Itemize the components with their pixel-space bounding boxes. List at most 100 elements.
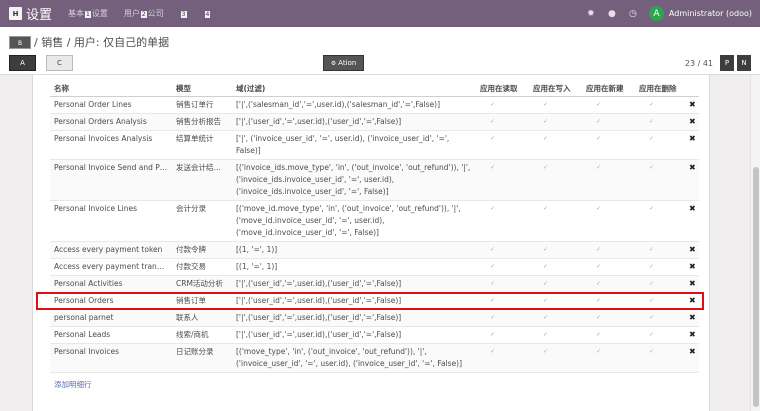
rule-name[interactable]: Personal Invoice Send and Print <box>50 158 172 200</box>
rule-name[interactable]: Personal Orders <box>50 291 172 309</box>
perm-read-checkbox[interactable]: ✓ <box>476 199 529 241</box>
perm-write-checkbox[interactable]: ✓ <box>529 240 582 258</box>
pager-value[interactable]: 23 / 41 <box>685 59 713 68</box>
rule-model[interactable]: 付款令牌 <box>172 240 232 258</box>
action-button[interactable]: ⚙ A tion <box>323 55 364 71</box>
rule-name[interactable]: personal parnet <box>50 308 172 326</box>
table-row[interactable]: personal parnet 联系人 ['|',('user_id','=',us… <box>50 308 699 326</box>
table-row[interactable]: Personal Orders 销售订单 ['|',('user_id','=',u… <box>50 291 699 309</box>
perm-read-checkbox[interactable]: ✓ <box>476 325 529 343</box>
perm-create-checkbox[interactable]: ✓ <box>582 240 635 258</box>
rule-domain[interactable]: ['|',('user_id','=',user.id),('user_id',… <box>232 274 476 292</box>
rule-domain[interactable]: ['|',('user_id','=',user.id),('user_id',… <box>232 291 476 309</box>
menu-item-3[interactable]: 3 <box>180 9 188 18</box>
delete-row-icon[interactable]: ✖ <box>685 291 699 309</box>
perm-read-checkbox[interactable]: ✓ <box>476 308 529 326</box>
perm-write-checkbox[interactable]: ✓ <box>529 257 582 275</box>
rule-name[interactable]: Personal Invoice Lines <box>50 199 172 241</box>
perm-unlink-checkbox[interactable]: ✓ <box>635 274 685 292</box>
delete-row-icon[interactable]: ✖ <box>685 342 699 372</box>
table-row[interactable]: Personal Activities CRM活动分析 ['|',('user_id… <box>50 274 699 292</box>
delete-row-icon[interactable]: ✖ <box>685 325 699 343</box>
rule-domain[interactable]: ['|', ('invoice_user_id', '=', user.id),… <box>232 129 476 159</box>
perm-read-checkbox[interactable]: ✓ <box>476 112 529 130</box>
perm-create-checkbox[interactable]: ✓ <box>582 112 635 130</box>
perm-read-checkbox[interactable]: ✓ <box>476 291 529 309</box>
rule-model[interactable]: 日记账分录 <box>172 342 232 372</box>
rule-model[interactable]: 结算单统计 <box>172 129 232 159</box>
save-button[interactable]: A <box>9 55 36 71</box>
rule-model[interactable]: 销售订单 <box>172 291 232 309</box>
perm-unlink-checkbox[interactable]: ✓ <box>635 199 685 241</box>
perm-create-checkbox[interactable]: ✓ <box>582 342 635 372</box>
delete-row-icon[interactable]: ✖ <box>685 95 699 113</box>
chat-icon[interactable]: ● <box>607 9 617 19</box>
avatar[interactable]: A <box>648 6 664 21</box>
rule-domain[interactable]: [('move_type', 'in', ('out_invoice', 'ou… <box>232 342 476 372</box>
table-row[interactable]: Personal Orders Analysis 销售分析报告 ['|',('use… <box>50 112 699 130</box>
perm-create-checkbox[interactable]: ✓ <box>582 199 635 241</box>
perm-create-checkbox[interactable]: ✓ <box>582 257 635 275</box>
column-header[interactable]: 模型 <box>172 81 232 97</box>
perm-write-checkbox[interactable]: ✓ <box>529 274 582 292</box>
pager-previous-button[interactable]: P <box>720 55 734 71</box>
apps-menu-icon[interactable]: H <box>9 7 22 20</box>
perm-write-checkbox[interactable]: ✓ <box>529 325 582 343</box>
rule-domain[interactable]: ['|',('user_id','=',user.id),('user_id',… <box>232 112 476 130</box>
perm-create-checkbox[interactable]: ✓ <box>582 129 635 159</box>
delete-row-icon[interactable]: ✖ <box>685 158 699 200</box>
table-row[interactable]: Personal Invoices Analysis 结算单统计 ['|', ('i… <box>50 129 699 159</box>
column-header[interactable]: 应用在写入 <box>529 81 582 97</box>
rule-name[interactable]: Personal Orders Analysis <box>50 112 172 130</box>
perm-read-checkbox[interactable]: ✓ <box>476 95 529 113</box>
perm-write-checkbox[interactable]: ✓ <box>529 291 582 309</box>
bug-icon[interactable]: ✹ <box>586 9 596 19</box>
rule-domain[interactable]: ['|',('user_id','=',user.id),('user_id',… <box>232 308 476 326</box>
perm-write-checkbox[interactable]: ✓ <box>529 129 582 159</box>
rule-name[interactable]: Personal Invoices Analysis <box>50 129 172 159</box>
discard-button[interactable]: C <box>46 55 73 71</box>
pager-next-button[interactable]: N <box>737 55 751 71</box>
column-header[interactable]: 应用在新建 <box>582 81 635 97</box>
perm-read-checkbox[interactable]: ✓ <box>476 158 529 200</box>
rule-domain[interactable]: [(1, '=', 1)] <box>232 257 476 275</box>
delete-row-icon[interactable]: ✖ <box>685 308 699 326</box>
rule-name[interactable]: Access every payment transacti… <box>50 257 172 275</box>
column-header[interactable]: 应用在读取 <box>476 81 529 97</box>
rule-model[interactable]: 付款交易 <box>172 257 232 275</box>
breadcrumb-path[interactable]: / 销售 / 用户: 仅自己的单据 <box>34 34 169 50</box>
app-title[interactable]: 设置 <box>26 4 52 23</box>
delete-row-icon[interactable]: ✖ <box>685 274 699 292</box>
perm-unlink-checkbox[interactable]: ✓ <box>635 325 685 343</box>
perm-read-checkbox[interactable]: ✓ <box>476 274 529 292</box>
perm-unlink-checkbox[interactable]: ✓ <box>635 291 685 309</box>
table-row[interactable]: Personal Invoices 日记账分录 [('move_type', 'in… <box>50 342 699 372</box>
perm-write-checkbox[interactable]: ✓ <box>529 95 582 113</box>
rule-model[interactable]: 线索/商机 <box>172 325 232 343</box>
perm-unlink-checkbox[interactable]: ✓ <box>635 257 685 275</box>
rule-name[interactable]: Access every payment token <box>50 240 172 258</box>
add-line-link[interactable]: 添加明细行 <box>50 371 699 397</box>
perm-create-checkbox[interactable]: ✓ <box>582 95 635 113</box>
perm-write-checkbox[interactable]: ✓ <box>529 112 582 130</box>
page-scrollbar[interactable] <box>750 75 760 411</box>
rule-domain[interactable]: ['|',('user_id','=',user.id),('user_id',… <box>232 325 476 343</box>
table-row[interactable]: Access every payment transacti… 付款交易 [(1, … <box>50 257 699 275</box>
column-header[interactable]: 应用在删除 <box>635 81 685 97</box>
perm-unlink-checkbox[interactable]: ✓ <box>635 129 685 159</box>
clock-icon[interactable]: ◷ <box>628 9 638 19</box>
perm-create-checkbox[interactable]: ✓ <box>582 308 635 326</box>
perm-unlink-checkbox[interactable]: ✓ <box>635 342 685 372</box>
rule-domain[interactable]: ['|',('salesman_id','=',user.id),('sales… <box>232 95 476 113</box>
menu-item-2[interactable]: 用户 2 公司 <box>124 8 164 19</box>
perm-read-checkbox[interactable]: ✓ <box>476 129 529 159</box>
table-row[interactable]: Personal Order Lines 销售订单行 ['|',('salesman… <box>50 95 699 113</box>
perm-write-checkbox[interactable]: ✓ <box>529 158 582 200</box>
rule-model[interactable]: 发送会计结算单 <box>172 158 232 200</box>
table-row[interactable]: Personal Leads 线索/商机 ['|',('user_id','=',u… <box>50 325 699 343</box>
back-key-badge[interactable]: B <box>9 35 31 49</box>
perm-create-checkbox[interactable]: ✓ <box>582 274 635 292</box>
table-row[interactable]: Personal Invoice Send and Print 发送会计结算单[(… <box>50 158 699 200</box>
rule-domain[interactable]: [(1, '=', 1)] <box>232 240 476 258</box>
rule-name[interactable]: Personal Order Lines <box>50 95 172 113</box>
